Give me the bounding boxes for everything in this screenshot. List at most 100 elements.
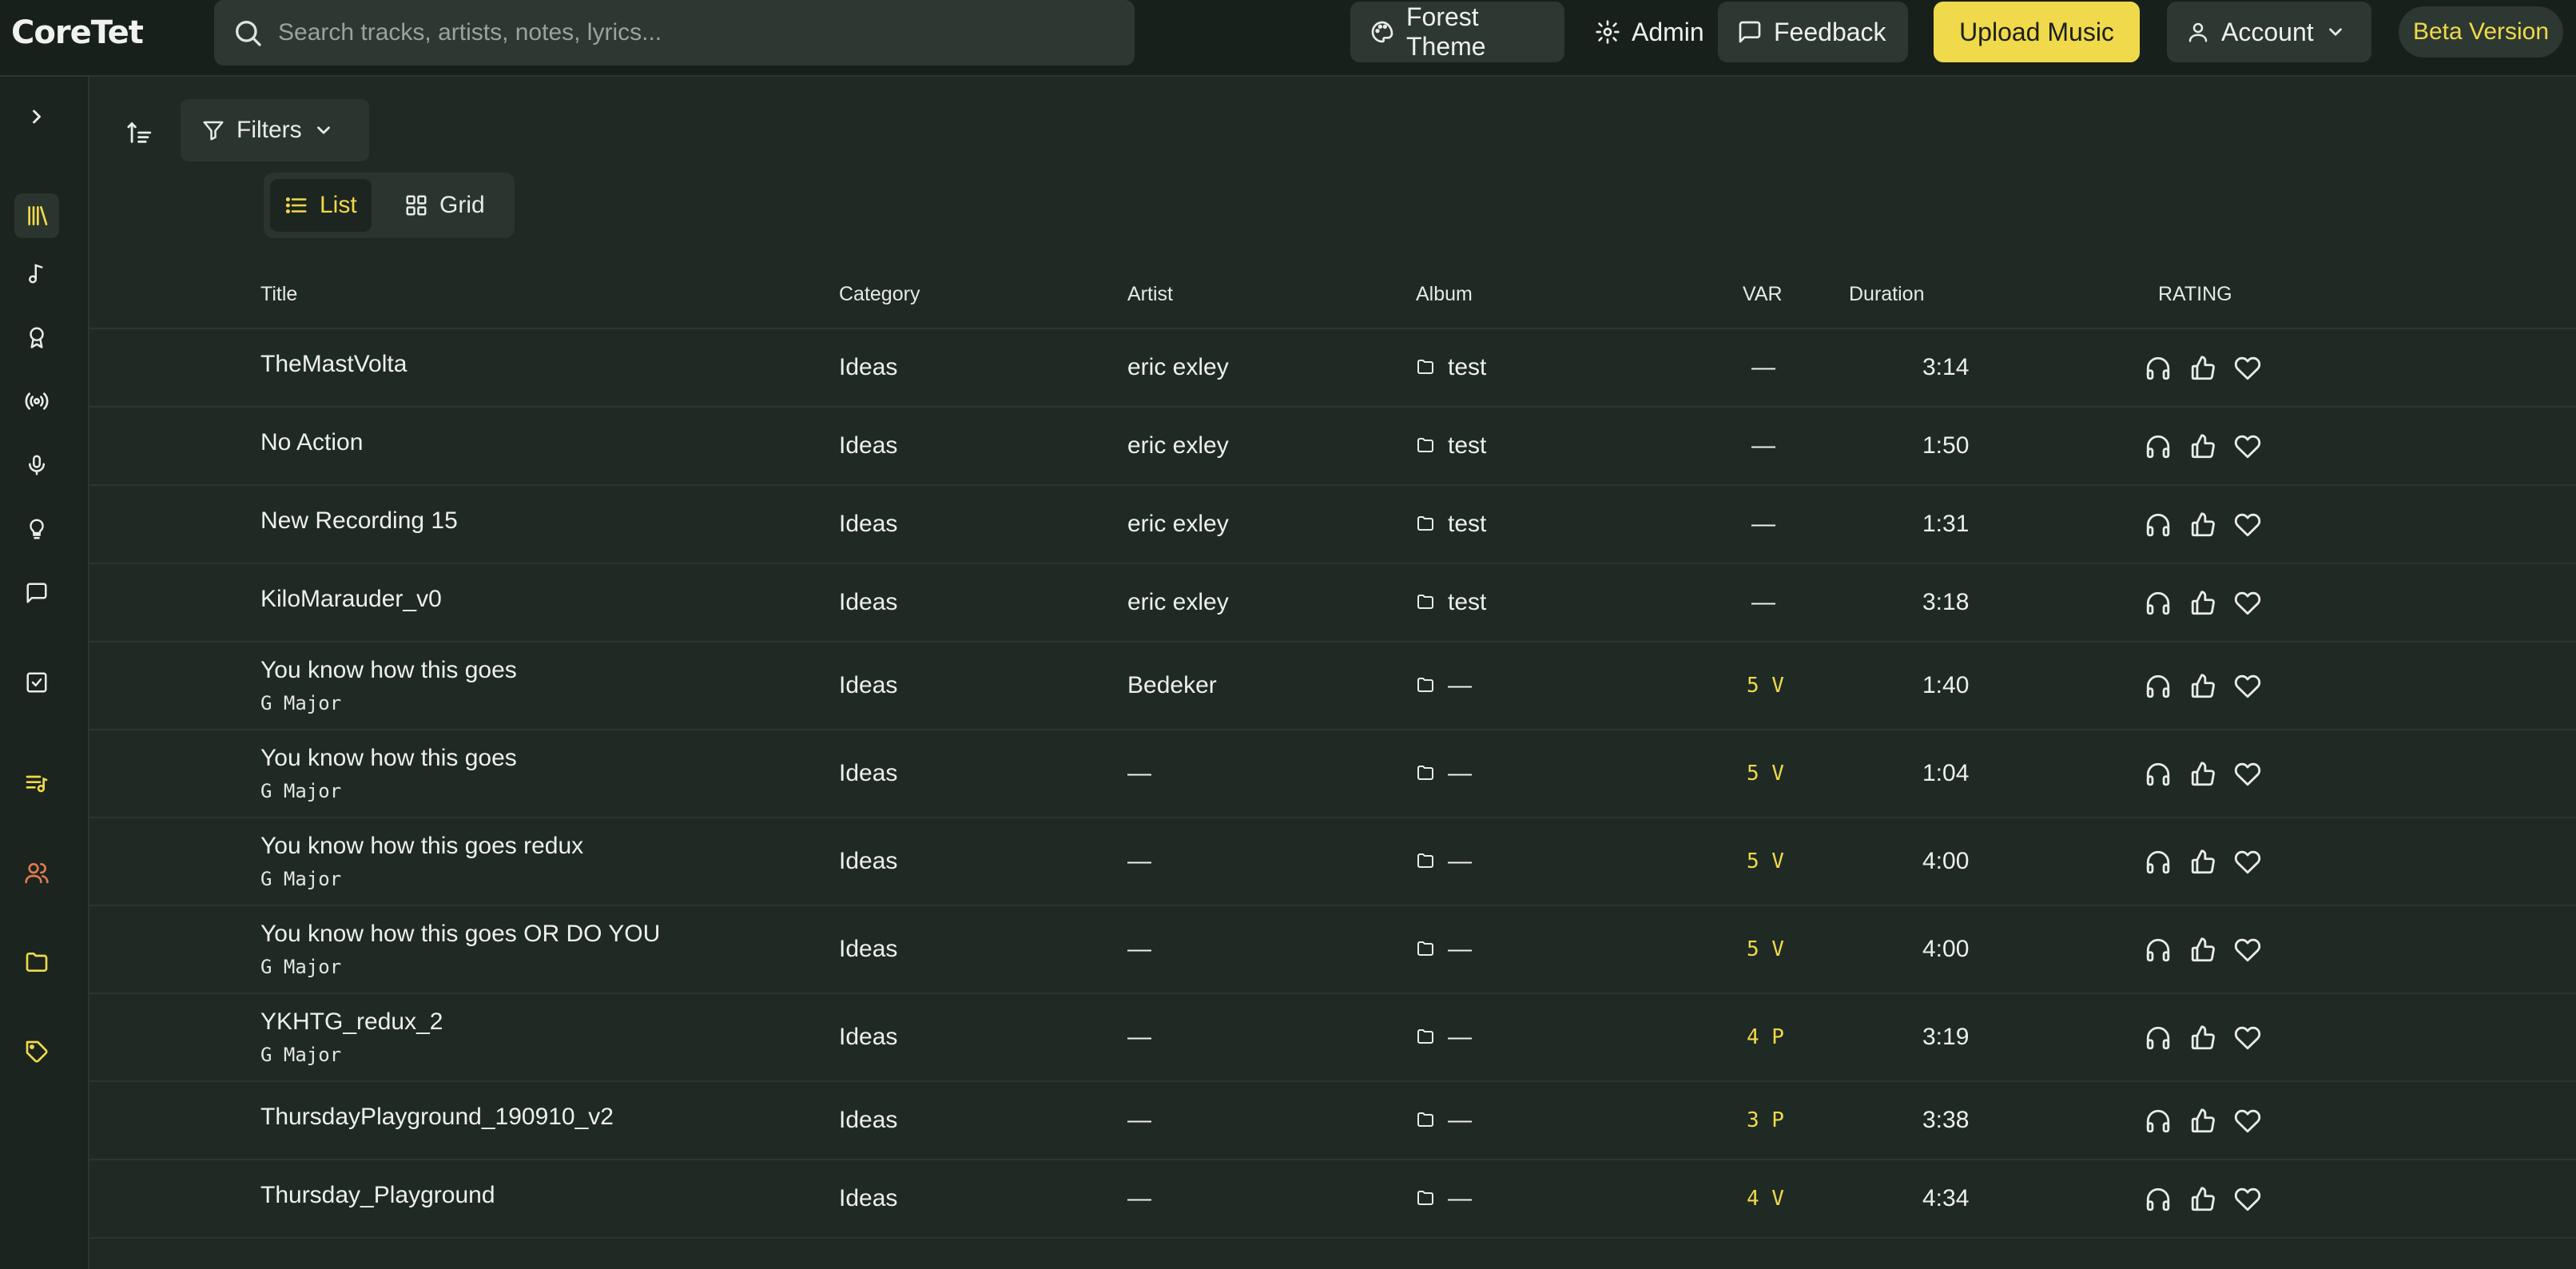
sidebar-item-folders[interactable]: [21, 946, 53, 978]
admin-button[interactable]: Admin: [1576, 2, 1705, 62]
track-duration: 4:34: [1922, 1185, 1970, 1211]
track-album[interactable]: test: [1448, 511, 1486, 538]
track-title[interactable]: Thursday_Playground: [260, 1182, 495, 1209]
sort-button[interactable]: [126, 117, 158, 149]
track-title[interactable]: You know how this goes OR DO YOU: [260, 921, 660, 948]
sidebar-item-tags[interactable]: [21, 1036, 53, 1068]
heart-icon[interactable]: [2234, 849, 2261, 876]
track-title[interactable]: You know how this goes: [260, 745, 517, 772]
grid-view-button[interactable]: Grid: [390, 179, 499, 232]
track-title[interactable]: New Recording 15: [260, 507, 458, 535]
app-logo[interactable]: CoreTet: [11, 14, 144, 51]
thumbs-up-icon[interactable]: [2189, 1108, 2216, 1135]
thumbs-up-icon[interactable]: [2189, 433, 2216, 460]
headphones-icon[interactable]: [2145, 1186, 2172, 1213]
track-title[interactable]: You know how this goes: [260, 657, 517, 684]
track-title[interactable]: YKHTG_redux_2: [260, 1008, 443, 1036]
sidebar-item-recordings[interactable]: [21, 449, 53, 481]
search-input[interactable]: [278, 0, 1117, 66]
search-box[interactable]: [214, 0, 1135, 66]
folder-icon: [1416, 436, 1435, 455]
track-title[interactable]: You know how this goes redux: [260, 833, 583, 860]
column-var[interactable]: VAR: [1743, 283, 1783, 306]
table-row[interactable]: You know how this goes redux G Major Ideas…: [89, 818, 2576, 906]
account-button[interactable]: Account: [2167, 2, 2371, 62]
table-row[interactable]: Thursday_Playground Ideas — — 4 V 4:34: [89, 1160, 2576, 1239]
headphones-icon[interactable]: [2145, 1108, 2172, 1135]
track-title[interactable]: KiloMarauder_v0: [260, 586, 442, 613]
feedback-button[interactable]: Feedback: [1718, 2, 1908, 62]
table-row[interactable]: KiloMarauder_v0 Ideas eric exley test — 3:18: [89, 564, 2576, 642]
table-row[interactable]: YKHTG_redux_2 G Major Ideas — — 4 P 3:19: [89, 994, 2576, 1082]
sidebar-expand-button[interactable]: [21, 101, 53, 133]
column-category[interactable]: Category: [839, 283, 920, 306]
column-duration[interactable]: Duration: [1849, 283, 1925, 306]
headphones-icon[interactable]: [2145, 849, 2172, 876]
headphones-icon[interactable]: [2145, 355, 2172, 382]
thumbs-up-icon[interactable]: [2189, 355, 2216, 382]
thumbs-up-icon[interactable]: [2189, 511, 2216, 539]
headphones-icon[interactable]: [2145, 937, 2172, 964]
heart-icon[interactable]: [2234, 1108, 2261, 1135]
headphones-icon[interactable]: [2145, 590, 2172, 617]
thumbs-up-icon[interactable]: [2189, 849, 2216, 876]
thumbs-up-icon[interactable]: [2189, 590, 2216, 617]
heart-icon[interactable]: [2234, 1024, 2261, 1052]
table-row[interactable]: TheMastVolta Ideas eric exley test — 3:14: [89, 329, 2576, 408]
theme-button[interactable]: Forest Theme: [1350, 2, 1564, 62]
track-album[interactable]: test: [1448, 432, 1486, 459]
sidebar-item-library[interactable]: [14, 193, 59, 238]
thumbs-up-icon[interactable]: [2189, 673, 2216, 700]
column-title[interactable]: Title: [260, 283, 297, 306]
thumbs-up-icon[interactable]: [2189, 1024, 2216, 1052]
headphones-icon[interactable]: [2145, 433, 2172, 460]
table-row[interactable]: You know how this goes G Major Ideas Bedeke…: [89, 642, 2576, 730]
filters-button[interactable]: Filters: [181, 99, 369, 161]
list-view-button[interactable]: List: [270, 179, 372, 232]
sidebar-item-messages[interactable]: [21, 577, 53, 609]
heart-icon[interactable]: [2234, 511, 2261, 539]
column-album[interactable]: Album: [1416, 283, 1473, 306]
heart-icon[interactable]: [2234, 673, 2261, 700]
track-album[interactable]: —: [1448, 848, 1472, 875]
headphones-icon[interactable]: [2145, 511, 2172, 539]
sidebar-item-tasks[interactable]: [21, 666, 53, 698]
sidebar-item-users[interactable]: [21, 857, 53, 889]
thumbs-up-icon[interactable]: [2189, 761, 2216, 788]
thumbs-up-icon[interactable]: [2189, 1186, 2216, 1213]
sidebar-item-radio[interactable]: [21, 385, 53, 417]
heart-icon[interactable]: [2234, 355, 2261, 382]
track-album[interactable]: —: [1448, 936, 1472, 963]
sidebar-item-ideas[interactable]: [21, 513, 53, 545]
heart-icon[interactable]: [2234, 761, 2261, 788]
column-rating[interactable]: RATING: [2158, 283, 2232, 306]
table-row[interactable]: ThursdayPlayground_190910_v2 Ideas — — 3 P 3:…: [89, 1082, 2576, 1160]
track-album[interactable]: test: [1448, 589, 1486, 616]
sidebar-item-music[interactable]: [21, 257, 53, 289]
heart-icon[interactable]: [2234, 433, 2261, 460]
heart-icon[interactable]: [2234, 590, 2261, 617]
track-album[interactable]: —: [1448, 672, 1472, 699]
sidebar-item-playlists[interactable]: [21, 767, 53, 799]
headphones-icon[interactable]: [2145, 1024, 2172, 1052]
track-album[interactable]: —: [1448, 1185, 1472, 1212]
track-album[interactable]: —: [1448, 760, 1472, 787]
track-title[interactable]: TheMastVolta: [260, 351, 407, 378]
track-title[interactable]: No Action: [260, 429, 363, 456]
table-row[interactable]: You know how this goes OR DO YOU G Major I…: [89, 906, 2576, 994]
heart-icon[interactable]: [2234, 937, 2261, 964]
track-album[interactable]: test: [1448, 354, 1486, 381]
track-album[interactable]: —: [1448, 1107, 1472, 1134]
column-artist[interactable]: Artist: [1127, 283, 1173, 306]
upload-music-button[interactable]: Upload Music: [1934, 2, 2140, 62]
table-row[interactable]: You know how this goes G Major Ideas — — 5 V 1…: [89, 730, 2576, 818]
heart-icon[interactable]: [2234, 1186, 2261, 1213]
headphones-icon[interactable]: [2145, 761, 2172, 788]
table-row[interactable]: New Recording 15 Ideas eric exley test — 1:31: [89, 486, 2576, 564]
headphones-icon[interactable]: [2145, 673, 2172, 700]
sidebar-item-awards[interactable]: [21, 321, 53, 353]
thumbs-up-icon[interactable]: [2189, 937, 2216, 964]
track-album[interactable]: —: [1448, 1024, 1472, 1051]
table-row[interactable]: No Action Ideas eric exley test — 1:50: [89, 408, 2576, 486]
track-title[interactable]: ThursdayPlayground_190910_v2: [260, 1104, 614, 1131]
